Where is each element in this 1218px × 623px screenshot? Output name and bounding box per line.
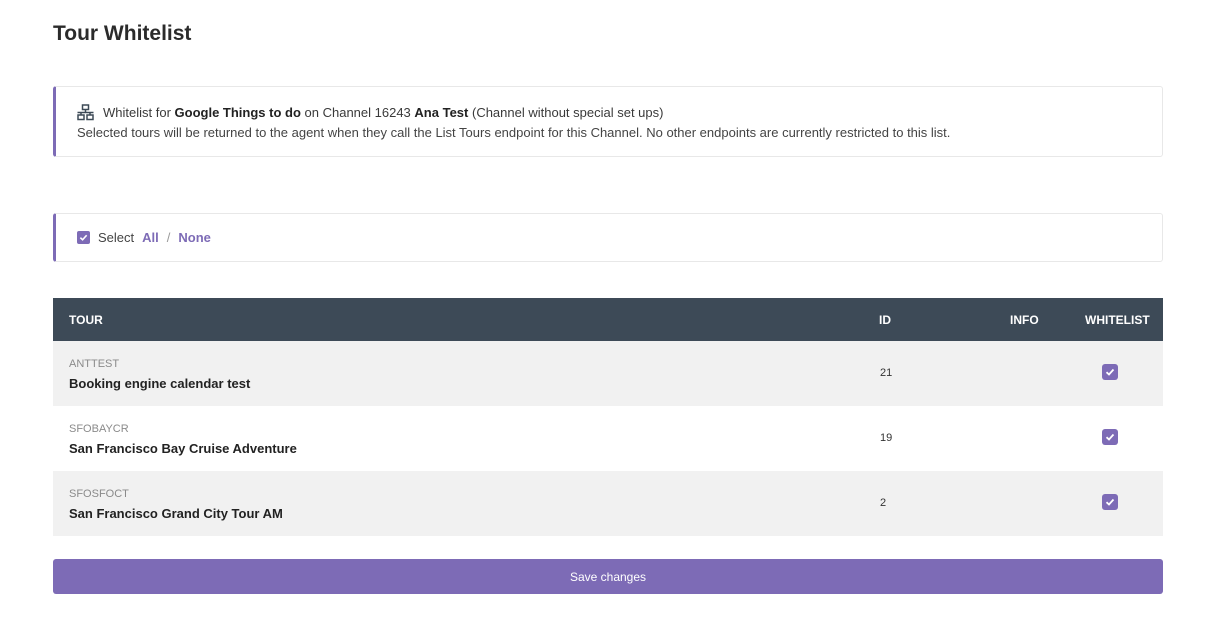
network-icon	[77, 104, 94, 121]
whitelist-info-summary: Whitelist for Google Things to do on Cha…	[77, 103, 1162, 122]
checkmark-icon	[1105, 368, 1115, 376]
tour-code: ANTTEST	[69, 358, 120, 370]
whitelist-checkbox[interactable]	[1102, 494, 1118, 510]
tour-code: SFOBAYCR	[69, 423, 129, 435]
tour-name: Booking engine calendar test	[69, 376, 251, 391]
select-label: Select	[98, 230, 135, 245]
whitelist-checkbox[interactable]	[1102, 429, 1118, 445]
column-header-info: INFO	[1010, 313, 1039, 327]
table-row: SFOSFOCT San Francisco Grand City Tour A…	[53, 471, 1163, 536]
select-none-link[interactable]: None	[178, 230, 211, 245]
whitelist-info-box: Whitelist for Google Things to do on Cha…	[53, 86, 1163, 157]
page-title: Tour Whitelist	[53, 22, 192, 45]
column-header-whitelist: WHITELIST	[1085, 313, 1150, 327]
channel-name: Ana Test	[414, 105, 469, 120]
column-header-tour[interactable]: TOUR	[69, 313, 103, 327]
info-prefix: Whitelist for	[103, 105, 171, 120]
select-all-checkbox[interactable]	[77, 231, 90, 244]
tour-code: SFOSFOCT	[69, 488, 129, 500]
select-separator: /	[166, 230, 171, 245]
channel-label: on Channel 16243	[304, 105, 411, 120]
checkmark-icon	[1105, 433, 1115, 441]
agent-name: Google Things to do	[174, 105, 301, 120]
tour-id: 19	[880, 432, 893, 444]
checkmark-icon	[1105, 498, 1115, 506]
select-all-link[interactable]: All	[142, 230, 159, 245]
whitelist-info-description: Selected tours will be returned to the a…	[77, 125, 951, 140]
tours-table: TOUR ID INFO WHITELIST ANTTEST Booking e…	[53, 298, 1163, 536]
tour-id: 2	[880, 497, 887, 509]
tour-id: 21	[880, 367, 893, 379]
channel-note: (Channel without special set ups)	[471, 105, 664, 120]
checkmark-icon	[79, 234, 88, 241]
tour-name: San Francisco Bay Cruise Adventure	[69, 441, 297, 456]
whitelist-checkbox[interactable]	[1102, 364, 1118, 380]
select-bar: Select All / None	[53, 213, 1163, 262]
column-header-id[interactable]: ID	[879, 313, 891, 327]
tour-name: San Francisco Grand City Tour AM	[69, 506, 283, 521]
table-header: TOUR ID INFO WHITELIST	[53, 298, 1163, 341]
table-row: ANTTEST Booking engine calendar test 21	[53, 341, 1163, 406]
save-changes-button[interactable]: Save changes	[53, 559, 1163, 594]
table-row: SFOBAYCR San Francisco Bay Cruise Advent…	[53, 406, 1163, 471]
